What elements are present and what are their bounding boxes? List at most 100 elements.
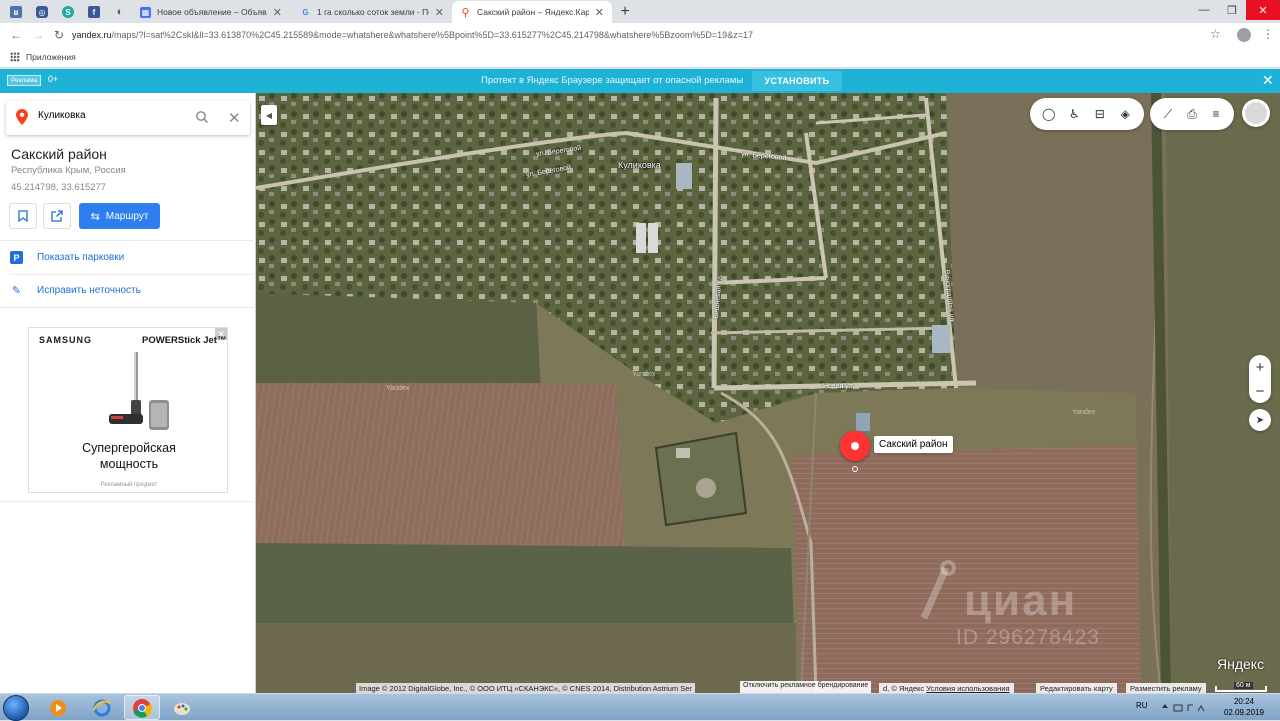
copyright-text: Image © 2012 DigitalGlobe, Inc., © ООО И… bbox=[359, 684, 692, 693]
yandex-logo[interactable]: Яндекс bbox=[1217, 656, 1264, 672]
divider bbox=[10, 274, 256, 275]
route-icon: ⇆ bbox=[90, 210, 100, 223]
fix-label: Исправить неточность bbox=[37, 285, 141, 296]
ruler-icon[interactable]: ⟋ bbox=[1156, 101, 1180, 127]
parking-icon: P bbox=[10, 251, 23, 264]
scale-label: 60 м bbox=[1234, 682, 1253, 689]
yandex-maps-icon: ⚲ bbox=[461, 6, 470, 19]
print-icon[interactable]: ⎙ bbox=[1180, 101, 1204, 127]
edit-map-link[interactable]: Редактировать карту bbox=[1036, 683, 1117, 693]
route-button[interactable]: ⇆ Маршрут bbox=[79, 203, 160, 229]
satellite-map[interactable]: ◀ Куликовка ул. Береговой ул. Береговой … bbox=[256, 93, 1280, 693]
tab-google[interactable]: G 1 га сколько соток земли - Поиск ✕ bbox=[292, 1, 452, 23]
samsung-ad[interactable]: ✕ SAMSUNG POWERStick Jet™ Супергеройская… bbox=[28, 327, 228, 493]
zoom-in-button[interactable]: + bbox=[1249, 355, 1271, 379]
yandex-watermark: Yandex bbox=[386, 385, 410, 392]
clock-date: 02.09.2019 bbox=[1223, 708, 1265, 717]
internet-explorer-icon bbox=[93, 699, 111, 716]
install-button[interactable]: УСТАНОВИТЬ bbox=[752, 71, 842, 91]
bookmark-star-icon[interactable]: ☆ bbox=[1210, 27, 1221, 41]
user-avatar[interactable] bbox=[1242, 99, 1270, 127]
pencil-icon: ✎ bbox=[11, 285, 22, 297]
close-tab-icon[interactable]: ✕ bbox=[435, 6, 444, 19]
new-tab-button[interactable]: + bbox=[616, 3, 634, 21]
close-tab-icon[interactable]: ✕ bbox=[273, 6, 282, 19]
language-indicator[interactable]: RU bbox=[1136, 701, 1148, 710]
taskbar-media-player[interactable] bbox=[40, 695, 76, 720]
close-banner-icon[interactable]: ✕ bbox=[1262, 72, 1274, 89]
tab-cian[interactable]: ▦ Новое объявление – Объявления ✕ bbox=[132, 1, 290, 23]
route-label: Маршрут bbox=[105, 210, 149, 222]
clock-time: 20:24 bbox=[1233, 697, 1255, 706]
taskbar-internet-explorer[interactable] bbox=[84, 695, 120, 720]
close-icon[interactable]: ✕ bbox=[228, 109, 241, 127]
skype-icon: S bbox=[62, 6, 74, 18]
start-button[interactable] bbox=[3, 695, 29, 721]
maximize-button[interactable]: ❐ bbox=[1218, 0, 1246, 20]
save-bookmark-button[interactable] bbox=[9, 203, 37, 229]
chrome-icon bbox=[133, 698, 152, 718]
search-box: ✕ bbox=[6, 101, 250, 135]
panorama-person-icon[interactable]: ♿ bbox=[1062, 101, 1088, 127]
url-host: yandex.ru bbox=[72, 30, 112, 40]
yandex-watermark: Yandex bbox=[1072, 409, 1096, 416]
apps-grid-icon[interactable] bbox=[10, 52, 20, 62]
transit-icon[interactable]: ⊟ bbox=[1087, 101, 1113, 127]
fix-inaccuracy-link[interactable]: ✎ Исправить неточность bbox=[10, 284, 141, 297]
ad-headline: Супергеройская мощность bbox=[29, 440, 229, 472]
marker-label[interactable]: Сакский район bbox=[874, 436, 953, 453]
terms-link[interactable]: Условия использования bbox=[926, 684, 1009, 693]
show-parking-link[interactable]: P Показать парковки bbox=[10, 251, 124, 264]
ad-headline-line-1: Супергеройская bbox=[82, 441, 176, 455]
tray-icons bbox=[1162, 704, 1205, 712]
profile-avatar[interactable] bbox=[1237, 28, 1251, 42]
coordinates[interactable]: 45.214798, 33.615277 bbox=[11, 182, 106, 193]
browser-menu-icon[interactable]: ⋮ bbox=[1262, 27, 1274, 41]
address-bar[interactable]: yandex.ru/maps/?l=sat%2Cskl&ll=33.613870… bbox=[72, 25, 1232, 45]
ad-footnote: Рекламный предмет bbox=[100, 482, 158, 488]
locate-me-button[interactable]: ➤ bbox=[1249, 409, 1271, 431]
menu-icon[interactable]: ≡ bbox=[1204, 101, 1228, 127]
search-input[interactable] bbox=[38, 110, 188, 121]
ad-headline-line-2: мощность bbox=[99, 457, 159, 471]
search-icon[interactable] bbox=[195, 110, 209, 124]
map-scale: 60 м bbox=[1214, 682, 1268, 693]
pinned-tab-facebook[interactable]: f bbox=[82, 2, 106, 22]
share-button[interactable] bbox=[43, 203, 71, 229]
reload-button[interactable]: ↻ bbox=[51, 27, 67, 43]
ruler-circle-icon[interactable]: ◯ bbox=[1036, 101, 1062, 127]
vk-icon: в bbox=[10, 6, 22, 18]
system-clock[interactable]: 20:24 02.09.2019 bbox=[1222, 696, 1266, 718]
layers-icon[interactable]: ◈ bbox=[1113, 101, 1139, 127]
village-label: Куликовка bbox=[618, 160, 661, 170]
tab-yandex-maps[interactable]: ⚲ Сакский район – Яндекс.Карты ✕ bbox=[452, 1, 612, 23]
pinned-tab-instagram[interactable]: ◎ bbox=[30, 2, 54, 22]
divider bbox=[0, 501, 256, 502]
minimize-button[interactable]: — bbox=[1190, 0, 1218, 20]
pinned-tab-skype[interactable]: S bbox=[56, 2, 80, 22]
cian-wordmark: циан bbox=[964, 576, 1078, 625]
close-window-button[interactable]: ✕ bbox=[1246, 0, 1280, 20]
windows-taskbar: RU 20:24 02.09.2019 bbox=[0, 693, 1280, 721]
copyright-tail: d, © Яндекс Условия использования bbox=[879, 683, 1014, 693]
close-tab-icon[interactable]: ✕ bbox=[595, 6, 604, 19]
pinned-tab-vk[interactable]: в bbox=[4, 2, 28, 22]
collapse-sidebar-button[interactable]: ◀ bbox=[261, 105, 277, 125]
age-rating: 0+ bbox=[48, 74, 59, 84]
back-button[interactable]: ← bbox=[8, 27, 24, 43]
vacuum-cleaner-image bbox=[109, 352, 169, 430]
taskbar-paint[interactable] bbox=[164, 695, 200, 720]
disable-ad-branding-link[interactable]: Отключить рекламное брендирование bbox=[740, 681, 872, 693]
tab-title: Новое объявление – Объявления bbox=[157, 7, 267, 17]
taskbar-chrome[interactable] bbox=[124, 695, 160, 720]
pinned-tab-globe[interactable]: ◐ bbox=[108, 2, 132, 22]
apps-bookmark[interactable]: Приложения bbox=[26, 52, 76, 62]
map-copyright: Image © 2012 DigitalGlobe, Inc., © ООО И… bbox=[356, 683, 695, 693]
google-icon: G bbox=[302, 7, 309, 17]
parking-label: Показать парковки bbox=[37, 252, 125, 263]
place-ad-link[interactable]: Разместить рекламу bbox=[1126, 683, 1206, 693]
forward-button[interactable]: → bbox=[30, 27, 46, 43]
zoom-out-button[interactable]: − bbox=[1249, 379, 1271, 403]
location-marker[interactable] bbox=[840, 431, 870, 461]
divider bbox=[0, 307, 256, 308]
